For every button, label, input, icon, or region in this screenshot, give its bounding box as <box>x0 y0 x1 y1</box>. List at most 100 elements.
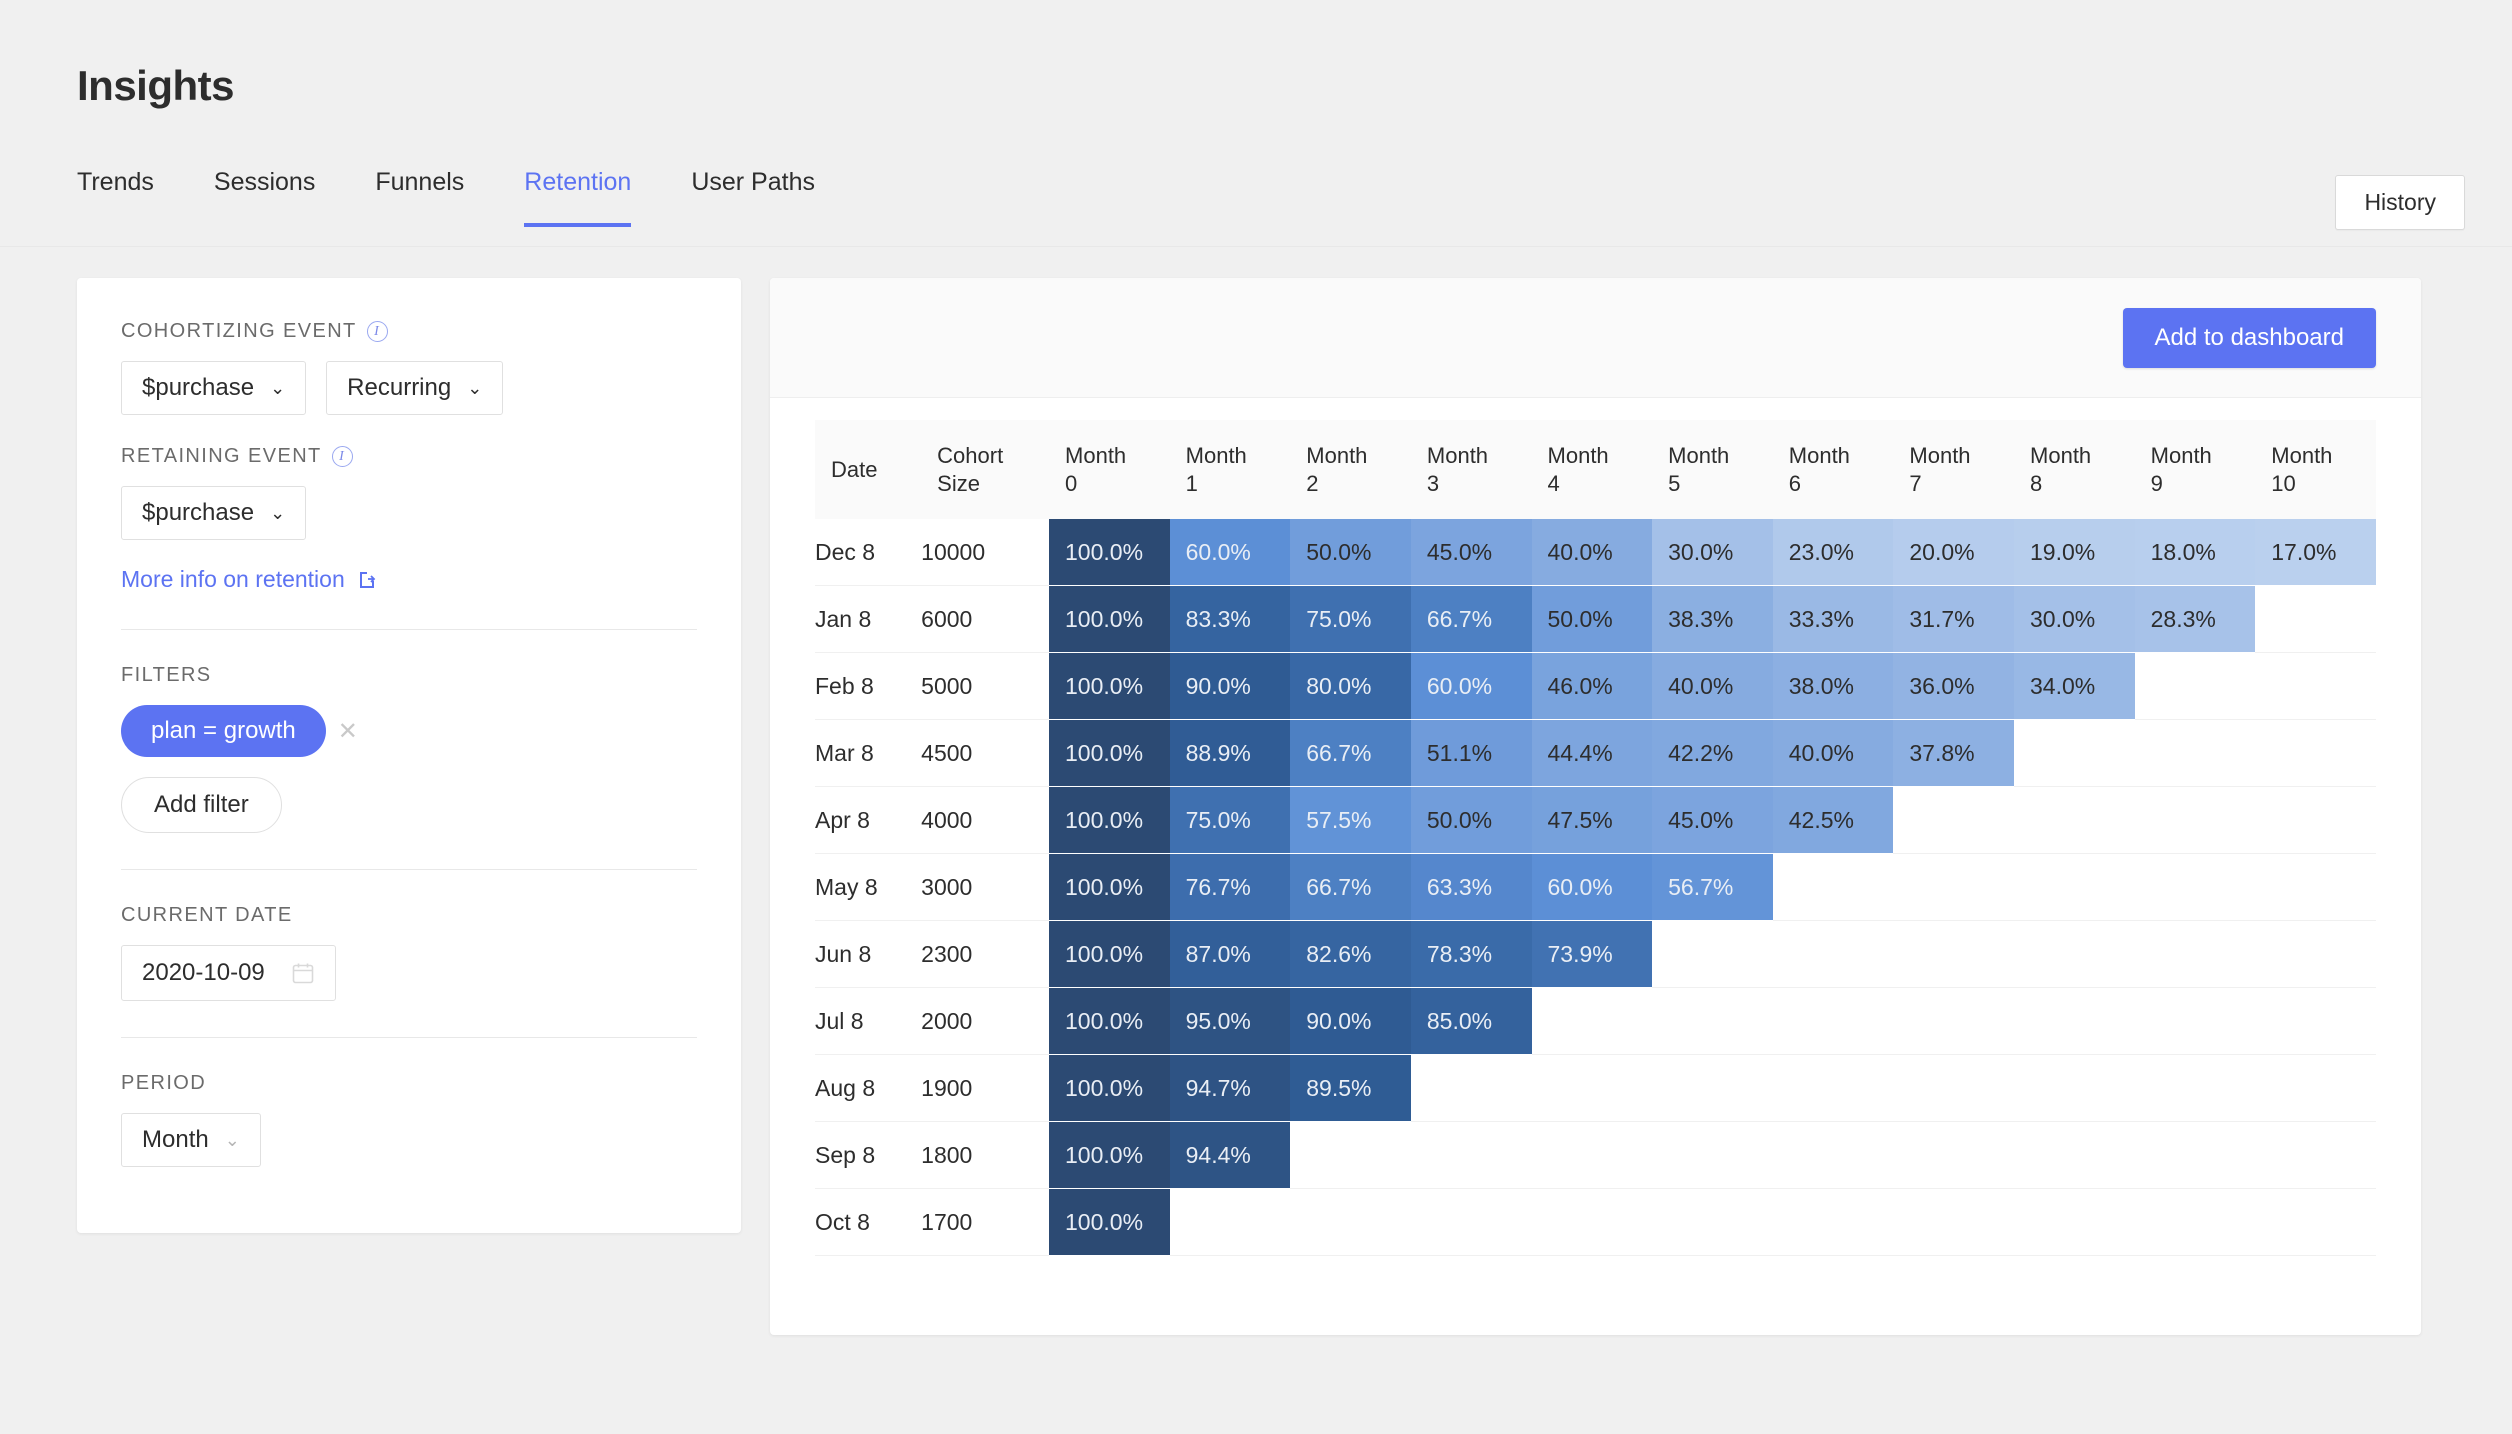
cell-retention[interactable] <box>2255 719 2376 787</box>
cell-retention[interactable] <box>2255 585 2376 653</box>
cell-retention[interactable]: 73.9% <box>1531 920 1653 988</box>
cell-retention[interactable]: 28.3% <box>2134 585 2256 653</box>
cell-retention[interactable]: 100.0% <box>1049 1188 1170 1256</box>
cell-retention[interactable]: 100.0% <box>1049 987 1170 1055</box>
cell-retention[interactable]: 23.0% <box>1772 519 1894 586</box>
cell-retention[interactable] <box>1772 920 1894 988</box>
cell-retention[interactable]: 47.5% <box>1531 786 1653 854</box>
cell-retention[interactable]: 20.0% <box>1893 519 2015 586</box>
cell-retention[interactable] <box>2255 786 2376 854</box>
cell-retention[interactable] <box>2014 786 2135 854</box>
cell-retention[interactable]: 42.2% <box>1652 719 1773 787</box>
cell-retention[interactable]: 40.0% <box>1531 519 1653 586</box>
cell-retention[interactable]: 38.3% <box>1652 585 1773 653</box>
cell-retention[interactable]: 18.0% <box>2134 519 2256 586</box>
cell-retention[interactable] <box>1410 1054 1532 1122</box>
cell-retention[interactable] <box>2134 1054 2256 1122</box>
cell-retention[interactable] <box>1652 987 1773 1055</box>
cohortizing-event-select[interactable]: $purchase ⌄ <box>121 361 307 415</box>
cell-retention[interactable]: 100.0% <box>1049 519 1170 586</box>
filter-pill[interactable]: plan = growth <box>121 705 326 757</box>
cell-retention[interactable]: 82.6% <box>1290 920 1411 988</box>
info-icon[interactable]: i <box>331 446 353 467</box>
cell-retention[interactable]: 100.0% <box>1049 719 1170 787</box>
cell-retention[interactable]: 100.0% <box>1049 1054 1170 1122</box>
cell-retention[interactable]: 50.0% <box>1410 786 1532 854</box>
cell-retention[interactable]: 66.7% <box>1410 585 1532 653</box>
cell-retention[interactable]: 30.0% <box>2014 585 2135 653</box>
cell-retention[interactable] <box>1410 1121 1532 1189</box>
cell-retention[interactable] <box>2014 1188 2135 1256</box>
cell-retention[interactable]: 40.0% <box>1652 652 1773 720</box>
cell-retention[interactable]: 94.7% <box>1169 1054 1291 1122</box>
cell-retention[interactable] <box>1893 786 2015 854</box>
cell-retention[interactable]: 80.0% <box>1290 652 1411 720</box>
cell-retention[interactable]: 50.0% <box>1290 519 1411 586</box>
cohortizing-type-select[interactable]: Recurring ⌄ <box>326 361 504 415</box>
cell-retention[interactable]: 34.0% <box>2014 652 2135 720</box>
cell-retention[interactable]: 17.0% <box>2255 519 2376 586</box>
cell-retention[interactable] <box>1772 853 1894 921</box>
current-date-input[interactable]: 2020-10-09 <box>121 945 336 1001</box>
cell-retention[interactable]: 90.0% <box>1169 652 1291 720</box>
cell-retention[interactable]: 90.0% <box>1290 987 1411 1055</box>
cell-retention[interactable] <box>1652 1054 1773 1122</box>
cell-retention[interactable]: 76.7% <box>1169 853 1291 921</box>
cell-retention[interactable] <box>1652 1121 1773 1189</box>
cell-retention[interactable]: 75.0% <box>1290 585 1411 653</box>
cell-retention[interactable] <box>2255 920 2376 988</box>
cell-retention[interactable] <box>1893 853 2015 921</box>
history-button[interactable]: History <box>2335 175 2465 230</box>
cell-retention[interactable]: 50.0% <box>1531 585 1653 653</box>
cell-retention[interactable] <box>2134 987 2256 1055</box>
cell-retention[interactable] <box>1531 987 1653 1055</box>
cell-retention[interactable]: 60.0% <box>1169 519 1291 586</box>
cell-retention[interactable] <box>1893 920 2015 988</box>
cell-retention[interactable] <box>2014 987 2135 1055</box>
cell-retention[interactable]: 56.7% <box>1652 853 1773 921</box>
remove-filter-icon[interactable]: ✕ <box>338 717 358 746</box>
cell-retention[interactable] <box>2255 652 2376 720</box>
cell-retention[interactable]: 75.0% <box>1169 786 1291 854</box>
cell-retention[interactable] <box>2255 1121 2376 1189</box>
tab-trends[interactable]: Trends <box>77 168 154 227</box>
cell-retention[interactable]: 30.0% <box>1652 519 1773 586</box>
cell-retention[interactable] <box>1531 1121 1653 1189</box>
cell-retention[interactable]: 83.3% <box>1169 585 1291 653</box>
cell-retention[interactable]: 45.0% <box>1410 519 1532 586</box>
cell-retention[interactable] <box>1290 1188 1411 1256</box>
cell-retention[interactable]: 94.4% <box>1169 1121 1291 1189</box>
cell-retention[interactable]: 60.0% <box>1531 853 1653 921</box>
cell-retention[interactable] <box>1893 1121 2015 1189</box>
cell-retention[interactable] <box>2255 853 2376 921</box>
cell-retention[interactable]: 45.0% <box>1652 786 1773 854</box>
cell-retention[interactable]: 38.0% <box>1772 652 1894 720</box>
cell-retention[interactable]: 87.0% <box>1169 920 1291 988</box>
cell-retention[interactable] <box>1893 1188 2015 1256</box>
cell-retention[interactable] <box>1290 1121 1411 1189</box>
tab-retention[interactable]: Retention <box>524 168 632 227</box>
cell-retention[interactable]: 33.3% <box>1772 585 1894 653</box>
cell-retention[interactable] <box>2134 853 2256 921</box>
cell-retention[interactable]: 85.0% <box>1410 987 1532 1055</box>
cell-retention[interactable] <box>1772 1188 1894 1256</box>
cell-retention[interactable]: 66.7% <box>1290 719 1411 787</box>
cell-retention[interactable]: 51.1% <box>1410 719 1532 787</box>
cell-retention[interactable] <box>1410 1188 1532 1256</box>
cell-retention[interactable]: 100.0% <box>1049 786 1170 854</box>
cell-retention[interactable]: 100.0% <box>1049 853 1170 921</box>
cell-retention[interactable] <box>2134 719 2256 787</box>
cell-retention[interactable]: 19.0% <box>2014 519 2135 586</box>
cell-retention[interactable]: 100.0% <box>1049 652 1170 720</box>
cell-retention[interactable]: 100.0% <box>1049 1121 1170 1189</box>
cell-retention[interactable]: 31.7% <box>1893 585 2015 653</box>
cell-retention[interactable]: 78.3% <box>1410 920 1532 988</box>
add-filter-button[interactable]: Add filter <box>121 777 282 833</box>
cell-retention[interactable] <box>1772 987 1894 1055</box>
cell-retention[interactable] <box>1652 1188 1773 1256</box>
cell-retention[interactable] <box>1893 1054 2015 1122</box>
retaining-event-select[interactable]: $purchase ⌄ <box>121 486 307 540</box>
cell-retention[interactable] <box>2134 1121 2256 1189</box>
cell-retention[interactable] <box>1531 1188 1653 1256</box>
cell-retention[interactable]: 95.0% <box>1169 987 1291 1055</box>
